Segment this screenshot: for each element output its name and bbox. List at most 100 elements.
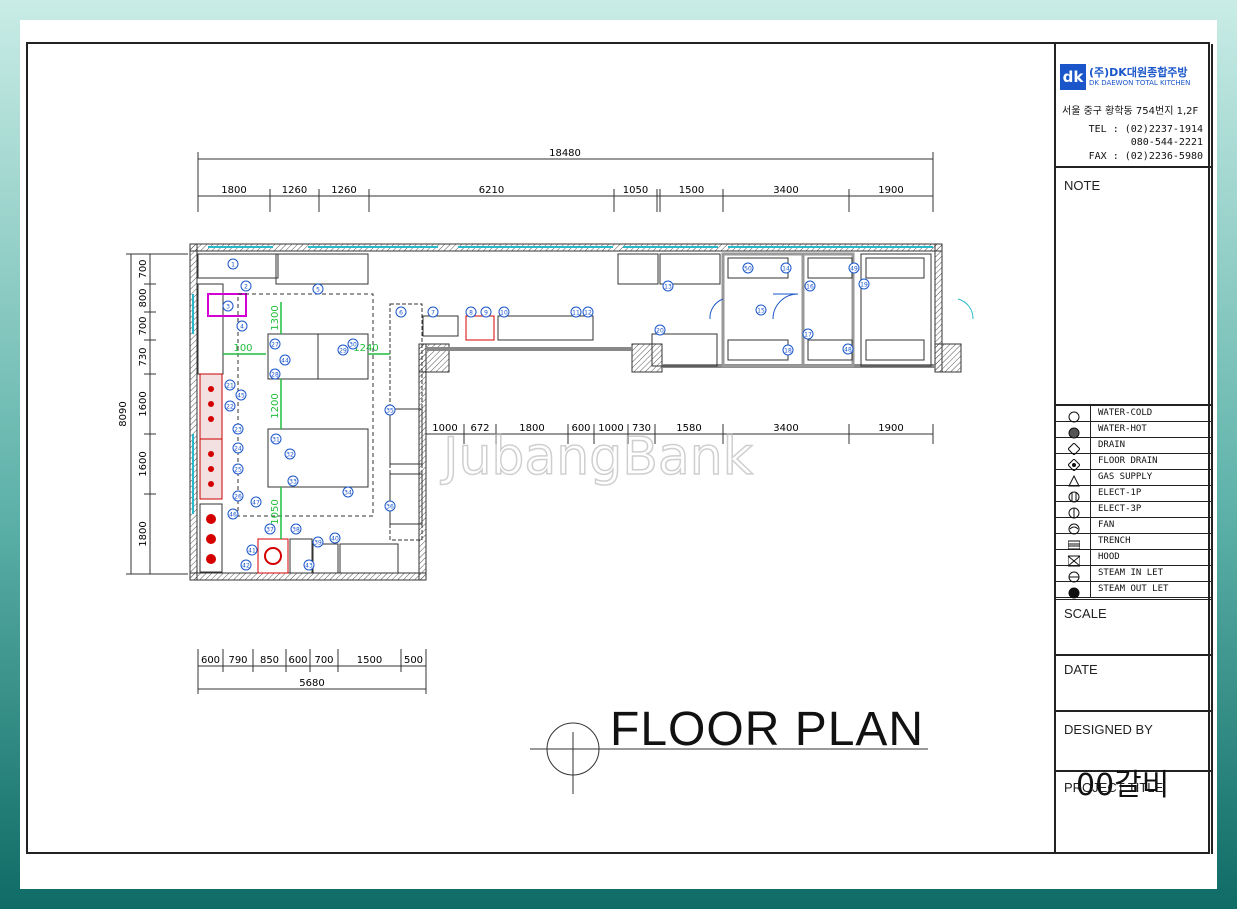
equipment-tag-label: 21	[226, 383, 234, 390]
equipment-tag-label: 33	[289, 479, 297, 486]
equipment-tag-label: 34	[344, 490, 352, 497]
equipment-tag-label: 18	[784, 348, 792, 355]
legend-row: WATER-HOT	[1056, 422, 1211, 439]
top-segment-labels: 1800 1260 1260 6210 1050 1500 3400 1900	[221, 185, 903, 196]
legend-row: FLOOR DRAIN	[1056, 454, 1211, 472]
equipment-tag-label: 41	[248, 548, 256, 555]
note-label: NOTE	[1064, 178, 1101, 193]
left-segment-label: 1600	[138, 451, 149, 476]
company-name-en: DK DAEWON TOTAL KITCHEN	[1089, 79, 1191, 87]
bottom-segment-label: 790	[228, 655, 247, 666]
fan-icon	[1068, 520, 1080, 535]
equipment-tag-label: 12	[584, 310, 592, 317]
top-segment-label: 6210	[479, 185, 504, 196]
equipment-tag-label: 42	[242, 563, 250, 570]
legend-row: STEAM OUT LET	[1056, 582, 1211, 599]
bottom-segment-label: 1500	[357, 655, 382, 666]
legend-row: HOOD	[1056, 550, 1211, 567]
equipment-tag-label: 2	[244, 284, 248, 291]
legend-divider	[1090, 454, 1091, 470]
left-dimension-lines	[126, 253, 188, 575]
legend-row: ELECT-3P	[1056, 502, 1211, 519]
green-dimension-label: 1050	[270, 499, 281, 524]
equipment-tags: 123456 7 8 9 10 11 121314151617181920212223242…	[222, 258, 870, 571]
equipment-tag-label: 8	[469, 310, 473, 317]
top-segment-ticks	[197, 189, 934, 212]
equipment-tag-label: 38	[292, 527, 300, 534]
equipment-tag-label: 46	[229, 512, 237, 519]
left-segment-labels: 700 800 700 730 1600 1600 1800	[138, 259, 149, 546]
top-segment-label: 1500	[679, 185, 704, 196]
legend-divider	[1090, 470, 1091, 486]
equipment-tag-label: 11	[572, 310, 580, 317]
equipment-tag-label: 5	[316, 287, 320, 294]
legend-row: GAS SUPPLY	[1056, 470, 1211, 487]
green-dimension-label: 1300	[270, 305, 281, 330]
equipment-tag-label: 7	[431, 310, 435, 317]
legend-row: ELECT-1P	[1056, 486, 1211, 503]
legend-label: STEAM IN LET	[1098, 568, 1164, 578]
legend-divider	[1090, 502, 1091, 518]
company-logo: dk	[1060, 64, 1086, 90]
legend-divider	[1090, 582, 1091, 598]
top-segment-label: 1260	[282, 185, 307, 196]
triangle-icon	[1068, 472, 1080, 487]
company-name: (주)DK대원종합주방	[1089, 66, 1188, 79]
legend-label: STEAM OUT LET	[1098, 584, 1169, 594]
company-tel: TEL : (02)2237-1914	[1088, 124, 1203, 135]
bottom-segment-label: 700	[314, 655, 333, 666]
company-address: 서울 중구 황학동 754번지 1,2F	[1062, 106, 1199, 117]
left-segment-label: 1600	[138, 391, 149, 416]
legend-divider	[1090, 534, 1091, 550]
legend-label: WATER-COLD	[1098, 408, 1153, 418]
equipment-tag-label: 6	[399, 310, 403, 317]
equipment-tag-label: 17	[804, 332, 812, 339]
green-dimension-label: 100	[233, 343, 252, 354]
equipment-tag-label: 9	[484, 310, 488, 317]
equipment-tag-label: 47	[252, 500, 260, 507]
legend-label: DRAIN	[1098, 440, 1126, 450]
legend-label: ELECT-1P	[1098, 488, 1142, 498]
legend-block: WATER-COLD WATER-HOT DRAIN FLOOR DRAIN GAS S…	[1056, 406, 1211, 600]
legend-label: GAS SUPPLY	[1098, 472, 1153, 482]
equipment-tag-label: 31	[272, 437, 280, 444]
equipment-tag-label: 25	[234, 467, 242, 474]
equipment-tag-label: 37	[266, 527, 274, 534]
legend-divider	[1090, 486, 1091, 502]
left-segment-label: 700	[138, 316, 149, 335]
steam-inlet-icon	[1068, 568, 1080, 583]
left-segment-label: 1800	[138, 521, 149, 546]
overall-width-label: 18480	[549, 148, 581, 159]
scale-label: SCALE	[1064, 606, 1107, 621]
legend-divider	[1090, 550, 1091, 566]
bottom-segment-label: 500	[404, 655, 423, 666]
legend-divider	[1090, 438, 1091, 454]
equipment-tag-label: 22	[226, 404, 234, 411]
equipment-tag-label: 30	[349, 342, 357, 349]
left-segment-label: 730	[138, 347, 149, 366]
left-segment-label: 700	[138, 259, 149, 278]
legend-divider	[1090, 518, 1091, 534]
watermark: JubangBank	[440, 427, 753, 487]
drawing-sheet: 18480 1800 1260 1260 6210 1050 1500 3400 1900 8…	[20, 20, 1217, 889]
legend-label: WATER-HOT	[1098, 424, 1147, 434]
legend-divider	[1090, 406, 1091, 422]
equipment-tag-label: 13	[664, 284, 672, 291]
company-block: dk (주)DK대원종합주방 DK DAEWON TOTAL KITCHEN 서…	[1056, 44, 1211, 168]
equipment-tag-label: 43	[305, 563, 313, 570]
exterior-walls	[189, 243, 962, 581]
equipment-tag-label: 36	[386, 504, 394, 511]
legend-label: FAN	[1098, 520, 1115, 530]
elect-1p-icon	[1068, 488, 1080, 503]
green-dimension-label: 1200	[270, 393, 281, 418]
top-segment-label: 1050	[623, 185, 648, 196]
equipment-tag-label: 19	[860, 282, 868, 289]
equipment-tag-label: 1	[231, 262, 235, 269]
equipment-tag-label: 10	[500, 310, 508, 317]
green-dimension-labels: 130012001050100 1240	[233, 305, 378, 524]
equipment-tag-label: 14	[782, 266, 790, 273]
top-segment-label: 3400	[773, 185, 798, 196]
legend-divider	[1090, 566, 1091, 582]
trench-icon	[1067, 536, 1081, 550]
equipment-tag-label: 15	[757, 308, 765, 315]
